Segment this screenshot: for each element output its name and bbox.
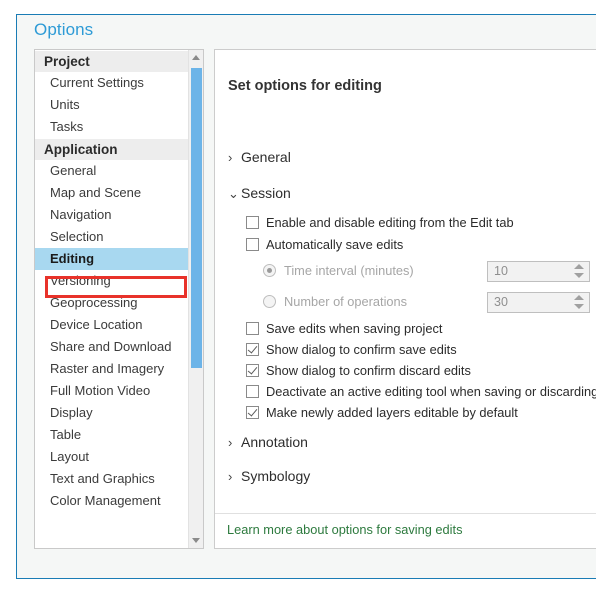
footer-divider xyxy=(215,513,596,514)
checkbox-row-new-layers-editable[interactable]: Make newly added layers editable by defa… xyxy=(246,403,518,422)
section-label-annotation: Annotation xyxy=(241,434,308,450)
spinner-up-icon[interactable] xyxy=(573,295,584,300)
options-dialog: Options Project Current Settings Units Task… xyxy=(16,14,596,579)
scroll-up-arrow-icon[interactable] xyxy=(189,50,203,65)
sidebar-item-color-management[interactable]: Color Management xyxy=(35,490,189,512)
options-content-panel: Set options for editing › General ⌄ Sessio… xyxy=(214,49,596,549)
checkbox-enable-disable-edit-tab[interactable] xyxy=(246,216,259,229)
radio-number-of-operations[interactable] xyxy=(263,295,276,308)
checkbox-row-auto-save-edits[interactable]: Automatically save edits xyxy=(246,235,403,254)
sidebar-item-general[interactable]: General xyxy=(35,160,189,182)
spinner-arrows-time-interval[interactable] xyxy=(573,264,584,281)
checkbox-confirm-discard-edits[interactable] xyxy=(246,364,259,377)
dialog-title: Options xyxy=(34,20,94,39)
checkbox-row-confirm-discard-edits[interactable]: Show dialog to confirm discard edits xyxy=(246,361,471,380)
category-list-scrollbar[interactable] xyxy=(188,50,203,548)
section-header-session[interactable]: ⌄ Session xyxy=(228,185,291,202)
radio-row-number-of-operations[interactable]: Number of operations xyxy=(263,292,407,311)
checkbox-deactivate-tool[interactable] xyxy=(246,385,259,398)
radio-label-number-of-operations: Number of operations xyxy=(284,294,408,309)
section-header-general[interactable]: › General xyxy=(228,149,291,165)
radio-label-time-interval: Time interval (minutes) xyxy=(284,263,414,278)
section-header-symbology[interactable]: › Symbology xyxy=(228,468,310,484)
dialog-title-bar: Options xyxy=(17,15,596,47)
spinner-time-interval[interactable]: 10 xyxy=(487,261,590,282)
checkbox-label-save-edits-with-project: Save edits when saving project xyxy=(266,321,443,336)
category-group-header-application: Application xyxy=(35,138,189,160)
chevron-right-icon: › xyxy=(228,469,233,484)
sidebar-item-selection[interactable]: Selection xyxy=(35,226,189,248)
sidebar-item-map-and-scene[interactable]: Map and Scene xyxy=(35,182,189,204)
checkbox-row-save-edits-with-project[interactable]: Save edits when saving project xyxy=(246,319,442,338)
spinner-value-time-interval: 10 xyxy=(494,264,508,278)
radio-row-time-interval[interactable]: Time interval (minutes) xyxy=(263,261,414,280)
chevron-right-icon: › xyxy=(228,150,233,165)
radio-time-interval[interactable] xyxy=(263,264,276,277)
checkbox-label-confirm-discard-edits: Show dialog to confirm discard edits xyxy=(266,363,471,378)
checkbox-label-confirm-save-edits: Show dialog to confirm save edits xyxy=(266,342,457,357)
spinner-down-icon[interactable] xyxy=(573,273,584,278)
spinner-up-icon[interactable] xyxy=(573,264,584,269)
category-group-header-project: Project xyxy=(35,50,189,72)
page-title: Set options for editing xyxy=(228,78,382,94)
chevron-right-icon: › xyxy=(228,435,233,450)
checkbox-label-auto-save-edits: Automatically save edits xyxy=(266,237,404,252)
sidebar-item-tasks[interactable]: Tasks xyxy=(35,116,189,138)
sidebar-item-display[interactable]: Display xyxy=(35,402,189,424)
sidebar-item-share-and-download[interactable]: Share and Download xyxy=(35,336,189,358)
section-label-general: General xyxy=(241,149,291,165)
scroll-down-arrow-icon[interactable] xyxy=(189,533,203,548)
sidebar-item-table[interactable]: Table xyxy=(35,424,189,446)
sidebar-item-full-motion-video[interactable]: Full Motion Video xyxy=(35,380,189,402)
sidebar-item-navigation[interactable]: Navigation xyxy=(35,204,189,226)
checkbox-row-enable-disable-edit-tab[interactable]: Enable and disable editing from the Edit… xyxy=(246,213,514,232)
sidebar-item-raster-and-imagery[interactable]: Raster and Imagery xyxy=(35,358,189,380)
sidebar-item-editing[interactable]: Editing xyxy=(35,248,189,270)
sidebar-item-units[interactable]: Units xyxy=(35,94,189,116)
sidebar-item-text-and-graphics[interactable]: Text and Graphics xyxy=(35,468,189,490)
spinner-number-of-operations[interactable]: 30 xyxy=(487,292,590,313)
category-list: Project Current Settings Units Tasks Applica… xyxy=(35,50,189,512)
sidebar-item-versioning[interactable]: Versioning xyxy=(35,270,189,292)
spinner-value-number-of-operations: 30 xyxy=(494,295,508,309)
sidebar-item-geoprocessing[interactable]: Geoprocessing xyxy=(35,292,189,314)
checkbox-auto-save-edits[interactable] xyxy=(246,238,259,251)
checkbox-label-new-layers-editable: Make newly added layers editable by defa… xyxy=(266,405,518,420)
sidebar-item-device-location[interactable]: Device Location xyxy=(35,314,189,336)
spinner-down-icon[interactable] xyxy=(573,304,584,309)
section-header-annotation[interactable]: › Annotation xyxy=(228,434,308,450)
checkbox-new-layers-editable[interactable] xyxy=(246,406,259,419)
checkbox-label-deactivate-tool: Deactivate an active editing tool when s… xyxy=(266,384,596,399)
checkbox-label-enable-disable-edit-tab: Enable and disable editing from the Edit… xyxy=(266,215,514,230)
checkbox-save-edits-with-project[interactable] xyxy=(246,322,259,335)
checkbox-confirm-save-edits[interactable] xyxy=(246,343,259,356)
section-label-symbology: Symbology xyxy=(241,468,311,484)
checkbox-row-confirm-save-edits[interactable]: Show dialog to confirm save edits xyxy=(246,340,457,359)
chevron-down-icon: ⌄ xyxy=(228,186,239,201)
sidebar-item-layout[interactable]: Layout xyxy=(35,446,189,468)
category-list-panel: Project Current Settings Units Tasks Applica… xyxy=(34,49,204,549)
scrollbar-thumb[interactable] xyxy=(191,68,202,368)
learn-more-link[interactable]: Learn more about options for saving edit… xyxy=(227,522,462,537)
section-label-session: Session xyxy=(241,185,291,201)
sidebar-item-current-settings[interactable]: Current Settings xyxy=(35,72,189,94)
spinner-arrows-number-of-operations[interactable] xyxy=(573,295,584,312)
checkbox-row-deactivate-tool[interactable]: Deactivate an active editing tool when s… xyxy=(246,382,596,401)
